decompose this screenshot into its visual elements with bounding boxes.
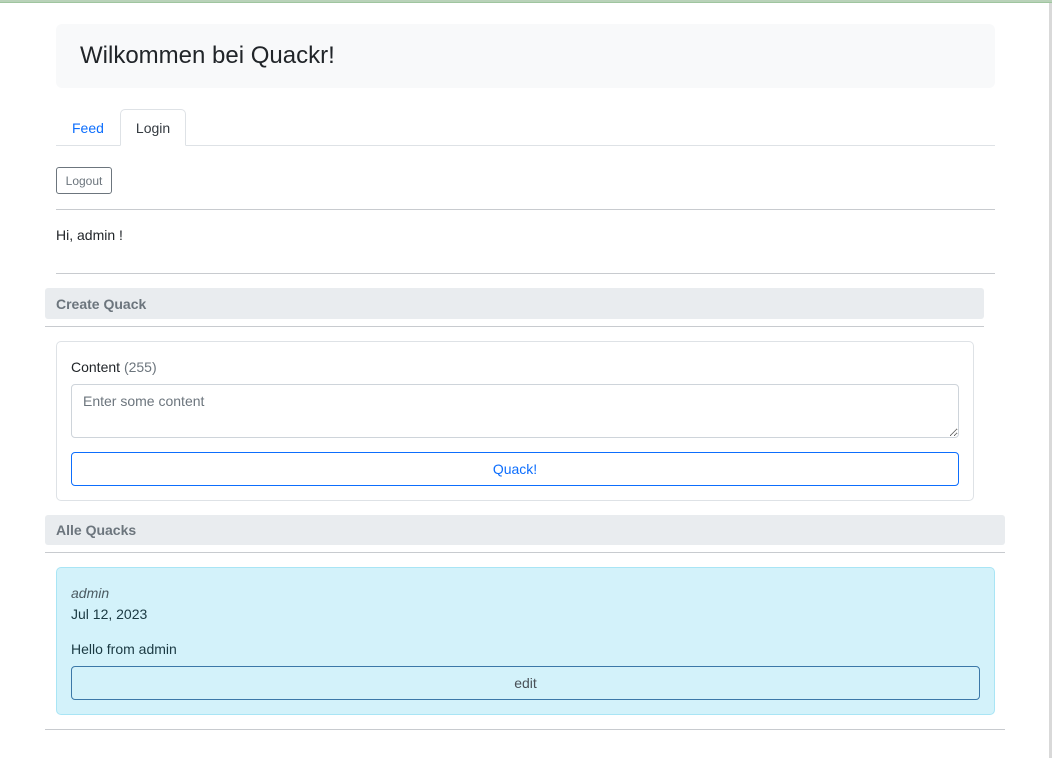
- header-jumbotron: Wilkommen bei Quackr!: [56, 24, 995, 88]
- create-quack-form: Content (255) Quack!: [56, 341, 974, 501]
- content-char-count: (255): [123, 359, 157, 375]
- all-quacks-header: Alle Quacks: [45, 515, 1005, 545]
- nav-tabs: Feed Login: [56, 109, 995, 146]
- page-title: Wilkommen bei Quackr!: [80, 42, 335, 69]
- quack-item: admin Jul 12, 2023 Hello from admin edit: [56, 567, 995, 715]
- content-label: Content (255): [71, 359, 157, 375]
- edit-quack-button[interactable]: edit: [71, 666, 980, 700]
- quack-submit-button[interactable]: Quack!: [71, 452, 959, 486]
- logout-button[interactable]: Logout: [56, 167, 112, 194]
- create-quack-title: Create Quack: [56, 295, 147, 312]
- content-input[interactable]: [71, 384, 959, 438]
- greeting-text: Hi, admin !: [56, 227, 123, 243]
- quack-date: Jul 12, 2023: [71, 606, 148, 622]
- quack-author: admin: [71, 585, 110, 601]
- all-quacks-title: Alle Quacks: [56, 522, 137, 538]
- divider: [56, 209, 995, 210]
- divider: [45, 552, 1005, 553]
- window-top-border: [0, 0, 1052, 3]
- quack-content: Hello from admin: [71, 641, 177, 657]
- content-label-text: Content: [71, 359, 121, 375]
- tab-feed[interactable]: Feed: [56, 109, 120, 146]
- divider: [45, 326, 984, 327]
- create-quack-header: Create Quack: [45, 288, 984, 319]
- tab-login[interactable]: Login: [119, 109, 187, 146]
- divider: [45, 729, 1005, 730]
- divider: [56, 273, 995, 274]
